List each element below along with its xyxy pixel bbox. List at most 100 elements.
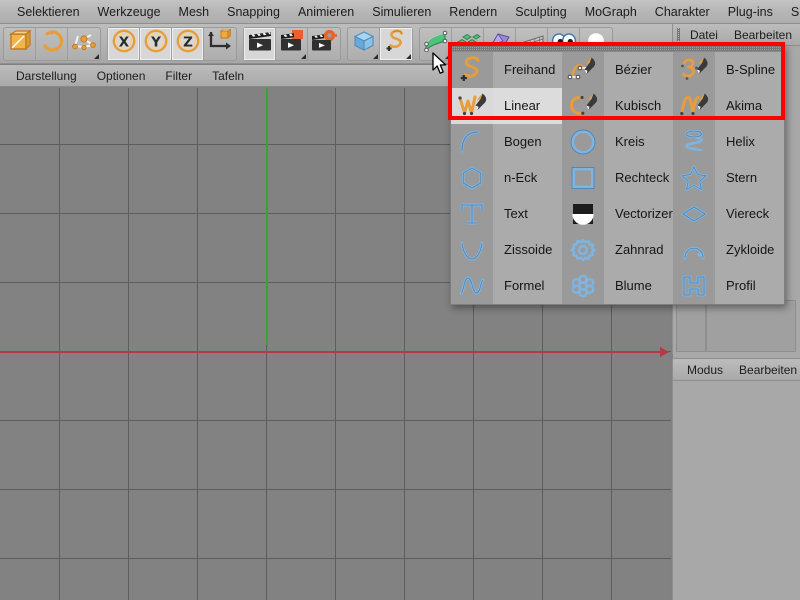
spline-freihand[interactable]: Freihand xyxy=(451,52,562,88)
add-generator[interactable] xyxy=(420,28,452,60)
spline-palette-item-label: Formel xyxy=(493,268,562,304)
render-view-icon xyxy=(247,30,273,57)
vp-menu-filter[interactable]: Filter xyxy=(155,66,202,86)
vp-menu-darstellung[interactable]: Darstellung xyxy=(6,66,87,86)
spline-text[interactable]: Text xyxy=(451,196,562,232)
spline-profil[interactable]: Profil xyxy=(673,268,784,304)
submenu-corner-icon[interactable] xyxy=(301,54,306,59)
axis-y-green xyxy=(266,88,268,345)
profile-icon xyxy=(673,268,715,304)
spline-zahnrad[interactable]: Zahnrad xyxy=(562,232,673,268)
cubic-spline-icon xyxy=(562,88,604,124)
menu-mesh[interactable]: Mesh xyxy=(170,1,219,23)
axis-lock-group: X Y Z xyxy=(107,27,237,61)
menu-animieren[interactable]: Animieren xyxy=(289,1,363,23)
object-manager-menubar: DateiBearbeiten xyxy=(673,24,800,46)
main-menubar: SelektierenWerkzeugeMeshSnappingAnimiere… xyxy=(0,0,800,24)
submenu-corner-icon[interactable] xyxy=(94,54,99,59)
spline-palette-item-label: Rechteck xyxy=(604,160,673,196)
lock-y-axis[interactable]: Y xyxy=(140,28,172,60)
svg-text:Y: Y xyxy=(150,34,161,50)
spline-palette-item-label: Zissoide xyxy=(493,232,562,268)
menu-rendern[interactable]: Rendern xyxy=(440,1,506,23)
lock-z-axis[interactable]: Z xyxy=(172,28,204,60)
spline-blume[interactable]: Blume xyxy=(562,268,673,304)
objpanel-menu-bearbeiten[interactable]: Bearbeiten xyxy=(726,25,800,45)
move-scale-tool[interactable] xyxy=(4,28,36,60)
spline-rechteck[interactable]: Rechteck xyxy=(562,160,673,196)
render-group xyxy=(243,27,341,61)
attribute-manager-panel: ModusBearbeiten xyxy=(672,358,800,600)
menu-skript[interactable]: Skript xyxy=(782,1,800,23)
spline-akima[interactable]: Akima xyxy=(673,88,784,124)
menu-charakter[interactable]: Charakter xyxy=(646,1,719,23)
add-cube-primitive[interactable] xyxy=(348,28,380,60)
attrpanel-menu-modus[interactable]: Modus xyxy=(679,360,731,380)
spline-kreis[interactable]: Kreis xyxy=(562,124,673,160)
akima-spline-icon xyxy=(673,88,715,124)
spline-stern[interactable]: Stern xyxy=(673,160,784,196)
submenu-corner-icon[interactable] xyxy=(373,54,378,59)
add-spline[interactable] xyxy=(380,28,412,60)
menu-simulieren[interactable]: Simulieren xyxy=(363,1,440,23)
render-view[interactable] xyxy=(244,28,276,60)
star-icon xyxy=(673,160,715,196)
transform-group xyxy=(3,27,101,61)
vp-menu-optionen[interactable]: Optionen xyxy=(87,66,156,86)
palette-drag-handle[interactable] xyxy=(451,45,784,52)
spline-bezier[interactable]: Bézier xyxy=(562,52,673,88)
spline-formel[interactable]: Formel xyxy=(451,268,562,304)
menu-sculpting[interactable]: Sculpting xyxy=(506,1,575,23)
spline-bspline[interactable]: B-Spline xyxy=(673,52,784,88)
lock-x-axis[interactable]: X xyxy=(108,28,140,60)
spline-helix[interactable]: Helix xyxy=(673,124,784,160)
axis-x-red xyxy=(0,351,663,353)
spline-n-eck[interactable]: n-Eck xyxy=(451,160,562,196)
spline-zykloide[interactable]: Zykloide xyxy=(673,232,784,268)
axis-tool[interactable] xyxy=(68,28,100,60)
submenu-corner-icon[interactable] xyxy=(406,54,411,59)
world-object-coords[interactable] xyxy=(204,28,236,60)
arc-icon xyxy=(451,124,493,160)
spline-palette-item-label: Bogen xyxy=(493,124,562,160)
rotate-tool[interactable] xyxy=(36,28,68,60)
spline-zissoide[interactable]: Zissoide xyxy=(451,232,562,268)
attribute-manager-body[interactable] xyxy=(673,381,800,600)
spline-palette-item-label: Vectorizer xyxy=(604,196,673,232)
menu-werkzeuge[interactable]: Werkzeuge xyxy=(89,1,170,23)
panel-grip-icon[interactable] xyxy=(677,28,680,41)
grid-line-horizontal xyxy=(0,489,671,490)
menu-mograph[interactable]: MoGraph xyxy=(576,1,646,23)
attrpanel-menu-bearbeiten[interactable]: Bearbeiten xyxy=(731,360,800,380)
spline-palette-item-label: Stern xyxy=(715,160,784,196)
vectorizer-icon xyxy=(562,196,604,232)
render-to-picture-viewer[interactable] xyxy=(276,28,308,60)
spline-vectorizer[interactable]: Vectorizer xyxy=(562,196,673,232)
flower-icon xyxy=(562,268,604,304)
objpanel-menu-datei[interactable]: Datei xyxy=(682,25,726,45)
rhombus-icon xyxy=(673,196,715,232)
spline-linear[interactable]: Linear xyxy=(451,88,562,124)
bezier-spline-icon xyxy=(562,52,604,88)
spline-viereck[interactable]: Viereck xyxy=(673,196,784,232)
linear-spline-icon xyxy=(451,88,493,124)
menu-snapping[interactable]: Snapping xyxy=(218,1,289,23)
menu-plugins[interactable]: Plug-ins xyxy=(719,1,782,23)
vp-menu-tafeln[interactable]: Tafeln xyxy=(202,66,254,86)
spline-palette-item-label: Linear xyxy=(493,88,562,124)
cycloid-icon xyxy=(673,232,715,268)
spline-bogen[interactable]: Bogen xyxy=(451,124,562,160)
spline-palette-item-label: Viereck xyxy=(715,196,784,232)
x-axis-icon: X xyxy=(111,28,137,59)
text-icon xyxy=(451,196,493,232)
axis-x-arrow-icon xyxy=(660,347,669,357)
grid-line-vertical xyxy=(197,88,198,600)
object-manager-column-right xyxy=(706,300,796,352)
grid-line-vertical xyxy=(335,88,336,600)
spline-palette-popup: Freihand Bézier B-Spline Linear Kubisch xyxy=(450,44,785,305)
spline-palette-item-label: Freihand xyxy=(493,52,562,88)
spline-kubisch[interactable]: Kubisch xyxy=(562,88,673,124)
menu-selektieren[interactable]: Selektieren xyxy=(8,1,89,23)
world-coords-icon xyxy=(207,29,233,58)
render-settings[interactable] xyxy=(308,28,340,60)
